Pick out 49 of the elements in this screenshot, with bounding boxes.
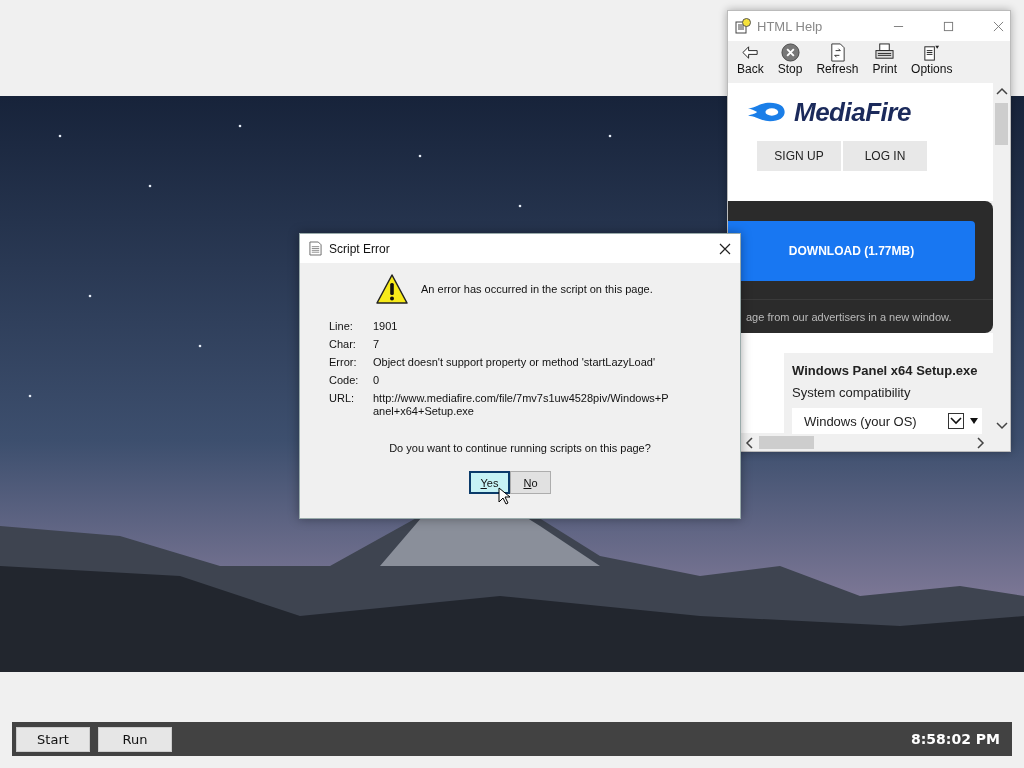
toolbar-button[interactable]: Stop <box>772 41 808 83</box>
detail-label: Line: <box>329 320 354 333</box>
maximize-icon[interactable] <box>943 20 954 32</box>
toolbar-button[interactable]: Print <box>867 41 903 83</box>
scroll-up-icon <box>995 87 1008 95</box>
dropdown-arrow-icon <box>970 418 978 424</box>
dialog-button[interactable]: No <box>510 471 551 494</box>
document-icon <box>309 241 322 256</box>
detail-value: http://www.mediafire.com/file/7mv7s1uw4528piv/Windows+Panel+x64+Setup.exe <box>373 392 670 418</box>
stop-icon <box>780 43 800 62</box>
detail-value: 0 <box>373 374 381 387</box>
question-text: Do you want to continue running scripts on this page? <box>388 442 652 454</box>
close-icon[interactable] <box>719 242 731 255</box>
detail-label: URL: <box>329 392 356 406</box>
toolbar-button[interactable]: Back <box>732 41 769 83</box>
dialog-button[interactable]: Yes <box>469 471 510 494</box>
toolbar-button[interactable]: Options <box>906 41 958 83</box>
error-message: An error has occurred in the script on this page. <box>421 283 653 295</box>
scroll-down-icon <box>995 422 1008 430</box>
compatibility-label: System compatibility <box>792 385 912 400</box>
mouse-pointer-icon <box>498 487 510 505</box>
file-name: Windows Panel x64 Setup.exe <box>792 363 979 378</box>
window-title: HTML Help <box>757 18 823 34</box>
options-icon <box>922 43 942 62</box>
taskbar-button[interactable]: Start <box>16 726 90 752</box>
logo-text: MediaFire <box>794 96 911 128</box>
scroll-thumb[interactable] <box>759 436 814 449</box>
warning-icon <box>376 273 408 305</box>
scroll-left-icon <box>745 436 753 449</box>
detail-value: 1901 <box>373 320 399 333</box>
dialog-title: Script Error <box>329 241 390 256</box>
clock: 8:58:02 PM <box>911 731 1000 747</box>
detail-label: Error: <box>329 356 358 369</box>
auth-button[interactable]: LOG IN <box>843 141 927 171</box>
detail-label: Char: <box>329 338 357 351</box>
download-button[interactable]: DOWNLOAD (1.77MB) <box>728 221 975 281</box>
chevron-down-icon <box>948 413 964 429</box>
toolbar-button[interactable]: Refresh <box>811 41 864 83</box>
left-arrow-icon <box>740 43 760 62</box>
scroll-right-icon <box>977 436 985 449</box>
taskbar-button[interactable]: Run <box>98 726 172 752</box>
os-select[interactable]: Windows (your OS) <box>792 408 982 434</box>
help-document-icon <box>735 18 751 34</box>
scroll-thumb[interactable] <box>995 103 1008 145</box>
detail-label: Code: <box>329 374 360 387</box>
auth-button[interactable]: SIGN UP <box>757 141 841 171</box>
detail-value: Object doesn't support property or method 'startLazyLoad' <box>373 356 657 369</box>
printer-icon <box>875 43 895 62</box>
detail-value: 7 <box>373 338 381 351</box>
